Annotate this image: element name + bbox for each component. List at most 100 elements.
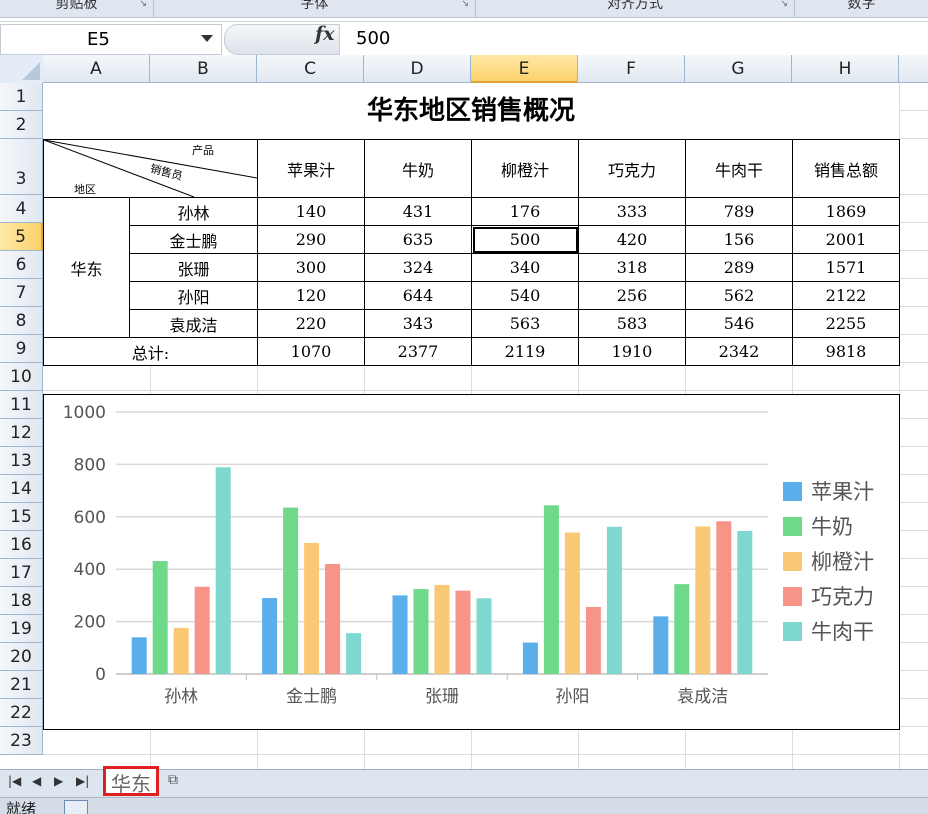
next-sheet-icon[interactable]: ▶ (54, 774, 63, 788)
font-launcher-icon[interactable]: ↘ (461, 0, 469, 9)
row-header-1[interactable]: 1 (0, 83, 43, 111)
name-box[interactable]: E5 (0, 24, 222, 55)
value-cell[interactable]: 562 (685, 281, 793, 310)
column-header-f[interactable]: F (578, 55, 685, 83)
row-header-6[interactable]: 6 (0, 251, 43, 279)
row-header-20[interactable]: 20 (0, 643, 43, 671)
column-header-c[interactable]: C (257, 55, 364, 83)
header-total-cell[interactable]: 销售总额 (792, 139, 900, 198)
row-header-15[interactable]: 15 (0, 503, 43, 531)
value-cell[interactable]: 583 (578, 309, 686, 338)
row-header-22[interactable]: 22 (0, 699, 43, 727)
value-cell[interactable]: 289 (685, 253, 793, 282)
first-sheet-icon[interactable]: |◀ (8, 774, 21, 788)
value-cell[interactable]: 789 (685, 197, 793, 226)
value-cell[interactable]: 120 (257, 281, 365, 310)
column-header-g[interactable]: G (685, 55, 792, 83)
value-cell[interactable]: 546 (685, 309, 793, 338)
row-header-23[interactable]: 23 (0, 727, 43, 755)
total-label-cell[interactable]: 总计: (43, 337, 258, 366)
row-header-3[interactable]: 3 (0, 139, 43, 195)
value-cell[interactable]: 343 (364, 309, 472, 338)
column-header-e[interactable]: E (471, 55, 578, 83)
header-product-cell[interactable]: 牛奶 (364, 139, 472, 198)
header-corner-cell[interactable]: 产品 销售员 地区 (43, 139, 258, 198)
value-cell[interactable]: 333 (578, 197, 686, 226)
value-cell[interactable]: 635 (364, 225, 472, 254)
last-sheet-icon[interactable]: ▶| (76, 774, 89, 788)
value-cell[interactable]: 563 (471, 309, 579, 338)
prev-sheet-icon[interactable]: ◀ (32, 774, 41, 788)
formula-input[interactable]: 500 (356, 28, 390, 49)
clipboard-launcher-icon[interactable]: ↘ (139, 0, 147, 9)
grand-total-cell[interactable]: 9818 (792, 337, 900, 366)
table-title[interactable]: 华东地区销售概况 (43, 83, 899, 139)
column-header-h[interactable]: H (792, 55, 899, 83)
row-header-2[interactable]: 2 (0, 111, 43, 139)
header-product-cell[interactable]: 柳橙汁 (471, 139, 579, 198)
value-cell[interactable]: 256 (578, 281, 686, 310)
insert-sheet-icon[interactable]: ⧉ (168, 772, 192, 792)
row-header-4[interactable]: 4 (0, 195, 43, 223)
value-cell[interactable]: 290 (257, 225, 365, 254)
column-header-b[interactable]: B (150, 55, 257, 83)
value-cell[interactable]: 324 (364, 253, 472, 282)
row-header-7[interactable]: 7 (0, 279, 43, 307)
row-total-cell[interactable]: 2001 (792, 225, 900, 254)
header-product-cell[interactable]: 牛肉干 (685, 139, 793, 198)
row-header-8[interactable]: 8 (0, 307, 43, 335)
value-cell[interactable]: 431 (364, 197, 472, 226)
row-header-16[interactable]: 16 (0, 531, 43, 559)
row-header-19[interactable]: 19 (0, 615, 43, 643)
sales-chart[interactable]: 0 200 400 600 800 1000 孙林 金士鹏 张珊 孙阳 袁成洁 苹果汁 牛奶 柳橙汁 巧克力… (43, 394, 900, 730)
salesperson-cell[interactable]: 张珊 (129, 253, 258, 282)
active-cell[interactable]: 500 (471, 225, 579, 254)
total-cell[interactable]: 1070 (257, 337, 365, 366)
row-header-21[interactable]: 21 (0, 671, 43, 699)
salesperson-cell[interactable]: 袁成洁 (129, 309, 258, 338)
row-header-5[interactable]: 5 (0, 223, 43, 251)
insert-function-icon[interactable]: fx (315, 23, 335, 45)
row-total-cell[interactable]: 1869 (792, 197, 900, 226)
row-total-cell[interactable]: 2255 (792, 309, 900, 338)
row-header-10[interactable]: 10 (0, 363, 43, 391)
row-header-17[interactable]: 17 (0, 559, 43, 587)
worksheet-grid[interactable]: A B C D E F G H 1 2 3 4 5 6 7 8 9 10 11 12 13 14 15 16 1… (0, 55, 928, 769)
value-cell[interactable]: 156 (685, 225, 793, 254)
sheet-tab-active[interactable]: 华东 (103, 766, 159, 796)
alignment-launcher-icon[interactable]: ↘ (780, 0, 788, 9)
row-header-12[interactable]: 12 (0, 419, 43, 447)
value-cell[interactable]: 176 (471, 197, 579, 226)
row-header-9[interactable]: 9 (0, 335, 43, 363)
salesperson-cell[interactable]: 金士鹏 (129, 225, 258, 254)
header-product-cell[interactable]: 巧克力 (578, 139, 686, 198)
salesperson-cell[interactable]: 孙阳 (129, 281, 258, 310)
value-cell[interactable]: 220 (257, 309, 365, 338)
column-header-a[interactable]: A (43, 55, 150, 83)
row-total-cell[interactable]: 2122 (792, 281, 900, 310)
value-cell[interactable]: 300 (257, 253, 365, 282)
row-header-14[interactable]: 14 (0, 475, 43, 503)
total-cell[interactable]: 2377 (364, 337, 472, 366)
select-all-button[interactable] (0, 55, 44, 84)
column-header-i[interactable] (899, 55, 928, 83)
total-cell[interactable]: 2342 (685, 337, 793, 366)
region-cell[interactable]: 华东 (42, 197, 131, 338)
row-total-cell[interactable]: 1571 (792, 253, 900, 282)
value-cell[interactable]: 540 (471, 281, 579, 310)
row-header-11[interactable]: 11 (0, 391, 43, 419)
total-cell[interactable]: 2119 (471, 337, 579, 366)
value-cell[interactable]: 140 (257, 197, 365, 226)
macro-record-icon[interactable] (64, 800, 88, 814)
value-cell[interactable]: 644 (364, 281, 472, 310)
row-header-18[interactable]: 18 (0, 587, 43, 615)
value-cell[interactable]: 318 (578, 253, 686, 282)
salesperson-cell[interactable]: 孙林 (129, 197, 258, 226)
header-product-cell[interactable]: 苹果汁 (257, 139, 365, 198)
chevron-down-icon[interactable] (201, 35, 213, 42)
row-header-13[interactable]: 13 (0, 447, 43, 475)
column-header-d[interactable]: D (364, 55, 471, 83)
value-cell[interactable]: 340 (471, 253, 579, 282)
value-cell[interactable]: 420 (578, 225, 686, 254)
total-cell[interactable]: 1910 (578, 337, 686, 366)
